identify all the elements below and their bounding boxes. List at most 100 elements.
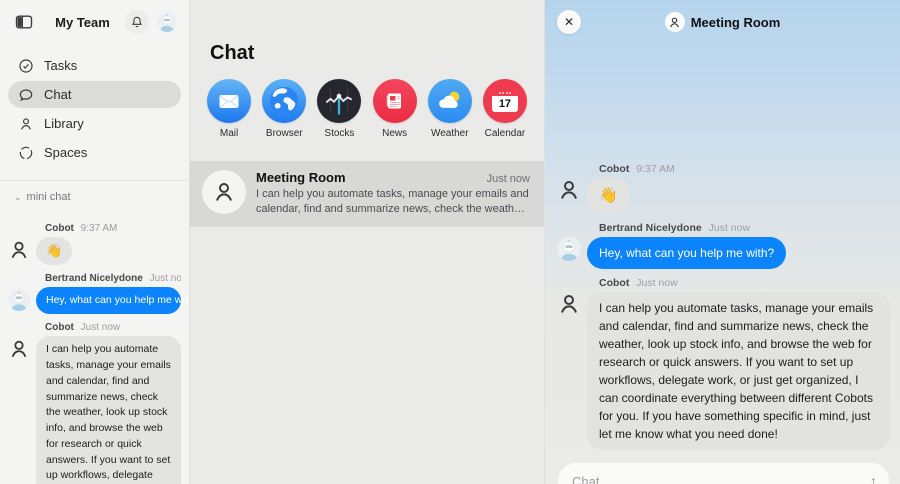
conversation-row-meeting-room[interactable]: Meeting Room Just now I can help you aut… bbox=[190, 161, 544, 227]
calendar-icon: 17 bbox=[482, 79, 527, 123]
message-meta: Cobot 9:37 AM bbox=[45, 223, 181, 234]
message-content: Cobot Just now I can help you automate t… bbox=[36, 322, 181, 484]
cobot-avatar-icon bbox=[557, 178, 581, 202]
stocks-chart-icon bbox=[317, 79, 362, 123]
chat-input[interactable] bbox=[572, 473, 870, 484]
mini-chat-header[interactable]: ⌄ mini chat bbox=[0, 181, 189, 207]
team-title: My Team bbox=[55, 14, 110, 30]
tasks-icon bbox=[18, 58, 34, 74]
message-content: Cobot 9:37 AM 👋 bbox=[36, 223, 181, 265]
app-news[interactable]: News bbox=[372, 79, 418, 139]
meeting-room-title-group: Meeting Room bbox=[664, 12, 781, 32]
app-label: Stocks bbox=[324, 128, 355, 139]
app-label: Mail bbox=[219, 128, 239, 139]
cobot-avatar-icon bbox=[8, 239, 30, 261]
app-mail[interactable]: Mail bbox=[206, 79, 252, 139]
sidebar-item-label: Spaces bbox=[44, 145, 88, 160]
message-row: Cobot Just now I can help you automate t… bbox=[8, 322, 181, 484]
app-label: Browser bbox=[265, 128, 303, 139]
message-meta: Cobot Just now bbox=[599, 277, 890, 289]
message-bubble: 👋 bbox=[36, 237, 73, 265]
conversation-info: Meeting Room Just now I can help you aut… bbox=[256, 170, 530, 218]
chat-icon bbox=[18, 87, 34, 103]
weather-icon bbox=[427, 79, 472, 123]
sidebar-header: My Team bbox=[0, 0, 189, 42]
send-arrow-icon[interactable]: ↑ bbox=[870, 473, 877, 484]
timestamp: Just now bbox=[708, 222, 751, 234]
message-meta: Cobot Just now bbox=[45, 322, 181, 333]
sidebar: My Team Tasks Chat Library Spaces ⌄ mini… bbox=[0, 0, 190, 484]
cobot-avatar-icon bbox=[557, 292, 581, 316]
sidebar-item-spaces[interactable]: Spaces bbox=[8, 139, 181, 166]
mail-icon bbox=[207, 79, 252, 123]
sender-name: Bertrand Nicelydone bbox=[45, 272, 143, 284]
sender-name: Bertrand Nicelydone bbox=[599, 222, 702, 234]
sender-name: Cobot bbox=[599, 162, 630, 175]
sidebar-item-tasks[interactable]: Tasks bbox=[8, 52, 181, 79]
message-row: Bertrand Nicelydone Just now Hey, what c… bbox=[8, 273, 189, 315]
calendar-day: 17 bbox=[498, 98, 512, 110]
notifications-bell-icon[interactable] bbox=[125, 10, 149, 34]
meeting-room-header: ✕ Meeting Room bbox=[545, 0, 900, 44]
conversation-top: Meeting Room Just now bbox=[256, 170, 530, 185]
message-row: Cobot 9:37 AM 👋 bbox=[557, 163, 890, 214]
browser-globe-icon bbox=[262, 79, 307, 123]
sidebar-toggle-icon[interactable] bbox=[14, 12, 34, 32]
sidebar-item-label: Library bbox=[44, 116, 84, 131]
app-stocks[interactable]: Stocks bbox=[316, 79, 362, 139]
sidebar-nav: Tasks Chat Library Spaces bbox=[0, 42, 189, 168]
conversation-list: Meeting Room Just now I can help you aut… bbox=[190, 161, 544, 227]
bertrand-avatar bbox=[557, 237, 581, 261]
panel-title: Chat bbox=[210, 42, 255, 64]
spaces-icon bbox=[18, 145, 34, 161]
calendar-page: 17 bbox=[491, 90, 518, 112]
app-label: News bbox=[382, 128, 408, 139]
message-content: Bertrand Nicelydone Just now Hey, what c… bbox=[587, 222, 890, 269]
timestamp: 9:37 AM bbox=[80, 223, 118, 234]
message-row: Cobot Just now I can help you automate t… bbox=[557, 277, 890, 450]
app-shortcuts: Mail Browser Stocks News Weather 17 Cale… bbox=[190, 79, 544, 139]
app-browser[interactable]: Browser bbox=[261, 79, 307, 139]
app-calendar[interactable]: 17 Calendar bbox=[482, 79, 528, 139]
library-person-icon bbox=[18, 116, 34, 132]
bertrand-avatar bbox=[8, 288, 30, 311]
meeting-room-title: Meeting Room bbox=[690, 14, 781, 30]
timestamp: Just now bbox=[636, 277, 678, 289]
sidebar-item-library[interactable]: Library bbox=[8, 110, 181, 137]
message-bubble: I can help you automate tasks, manage yo… bbox=[587, 292, 890, 450]
message-bubble: Hey, what can you help me with? bbox=[587, 237, 787, 269]
meeting-room-messages: Cobot 9:37 AM 👋 Bertrand Nicelydone Just… bbox=[545, 44, 900, 460]
close-icon: ✕ bbox=[563, 15, 575, 29]
app-label: Weather bbox=[430, 128, 469, 139]
chat-input-bar: ↑ bbox=[557, 462, 890, 484]
mini-chat-label: mini chat bbox=[26, 191, 71, 203]
user-avatar[interactable] bbox=[157, 12, 177, 32]
timestamp: Just now bbox=[80, 322, 121, 334]
message-content: Cobot Just now I can help you automate t… bbox=[587, 277, 890, 450]
message-bubble: I can help you automate tasks, manage yo… bbox=[36, 336, 181, 484]
sender-name: Cobot bbox=[599, 277, 630, 289]
app-label: Calendar bbox=[484, 128, 526, 139]
message-content: Cobot 9:37 AM 👋 bbox=[587, 163, 890, 214]
conversation-timestamp: Just now bbox=[486, 173, 530, 185]
message-meta: Cobot 9:37 AM bbox=[599, 163, 890, 175]
message-row: Cobot 9:37 AM 👋 bbox=[8, 223, 181, 265]
message-bubble: 👋 bbox=[587, 177, 630, 214]
conversation-title: Meeting Room bbox=[256, 170, 346, 185]
sender-name: Cobot bbox=[45, 322, 74, 334]
message-meta: Bertrand Nicelydone Just now bbox=[45, 273, 181, 284]
conversation-preview: I can help you automate tasks, manage yo… bbox=[256, 188, 529, 216]
meeting-room-person-icon bbox=[664, 12, 685, 32]
cobot-avatar-icon bbox=[8, 338, 30, 360]
sidebar-item-chat[interactable]: Chat bbox=[8, 81, 181, 108]
sidebar-item-label: Chat bbox=[44, 87, 72, 102]
close-button[interactable]: ✕ bbox=[557, 10, 581, 34]
message-bubble: Hey, what can you help me with? bbox=[36, 286, 189, 315]
app-weather[interactable]: Weather bbox=[427, 79, 473, 139]
message-meta: Bertrand Nicelydone Just now bbox=[599, 222, 890, 234]
timestamp: Just now bbox=[149, 272, 181, 284]
sidebar-item-label: Tasks bbox=[44, 58, 78, 73]
chat-list-panel: Chat Mail Browser Stocks News Weather 17… bbox=[190, 0, 545, 484]
meeting-room-avatar-icon bbox=[202, 170, 246, 214]
timestamp: 9:37 AM bbox=[636, 162, 675, 175]
